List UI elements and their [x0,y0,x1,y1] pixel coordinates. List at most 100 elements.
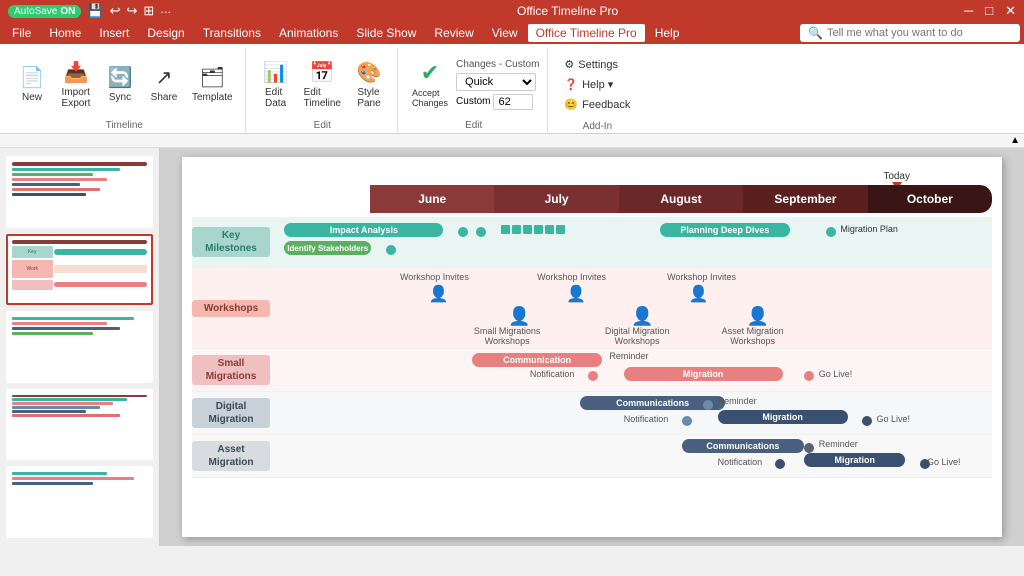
close-icon[interactable]: ✕ [1005,3,1016,19]
share-button[interactable]: ↗ Share [144,63,184,105]
ribbon-group-addin: ⚙ Settings ❓ Help ▾ 😊 Feedback Add-In [550,48,644,133]
small-migrations-content: Communication Reminder Notification Migr… [270,349,992,391]
row-asset-migration: AssetMigration Communications Reminder N… [192,435,992,478]
month-header-row: June July August September October [370,185,992,213]
collapse-icon[interactable]: ▲ [1010,135,1020,146]
menu-transitions[interactable]: Transitions [195,24,269,42]
ribbon-addin-buttons: ⚙ Settings ❓ Help ▾ 😊 Feedback [558,48,636,121]
migration-plan-dot [826,227,836,237]
golive-asset: Go Live! [927,457,961,467]
minimize-icon[interactable]: ─ [964,3,973,19]
feedback-label: Feedback [582,99,630,111]
autosave-toggle[interactable]: ON [60,6,75,17]
golive-dot-digital [862,416,872,426]
workshop-invites-2: Workshop Invites [537,272,606,282]
help-icon: ❓ [564,78,578,91]
communication-bar-small: Communication [472,353,602,367]
accept-changes-label: AcceptChanges [412,88,448,108]
milestone-squares [501,225,571,234]
planning-deep-dives-bar: Planning Deep Dives [660,223,790,237]
style-pane-button[interactable]: 🎨 StylePane [349,58,389,111]
present-icon[interactable]: ⊞ [143,3,154,19]
slide-thumb-2[interactable]: Key Work [6,234,153,306]
sync-button[interactable]: 🔄 Sync [100,63,140,105]
help-button[interactable]: ❓ Help ▾ [558,76,636,93]
undo-icon[interactable]: ↩ [110,3,121,19]
share-label: Share [151,92,178,103]
slide-canvas: Today June July August September October… [182,157,1002,537]
maximize-icon[interactable]: □ [985,3,993,19]
identify-dot [386,245,396,255]
position-value-row: Custom [456,94,539,110]
template-button[interactable]: 🗂 Template [188,63,237,105]
gantt-area: KeyMilestones Impact Analysis Identify S… [192,217,992,527]
slide-panel: Key Work [0,148,160,546]
menu-review[interactable]: Review [426,24,481,42]
menu-slideshow[interactable]: Slide Show [348,24,424,42]
ribbon-group-timeline: 📄 New 📥 ImportExport 🔄 Sync ↗ Share 🗂 Te… [4,48,246,133]
asset-migration-content: Communications Reminder Notification Mig… [270,435,992,477]
redo-icon[interactable]: ↪ [126,3,137,19]
notification-dot-small [588,371,598,381]
edit-timeline-button[interactable]: 📅 EditTimeline [300,58,345,111]
new-button[interactable]: 📄 New [12,63,52,105]
workshop-invites-1: Workshop Invites [400,272,469,282]
notification-digital: Notification [624,414,669,424]
menu-bar: File Home Insert Design Transitions Anim… [0,22,1024,44]
golive-small: Go Live! [819,369,853,379]
slide-thumb-5[interactable] [6,466,153,538]
accept-group-label: Edit [408,120,539,133]
import-label: ImportExport [62,87,91,109]
position-value-input[interactable] [493,94,533,110]
more-icon[interactable]: ∙∙∙ [160,4,171,19]
migration-bar-small: Migration [624,367,783,381]
save-icon[interactable]: 💾 [87,3,103,19]
settings-button[interactable]: ⚙ Settings [558,56,636,73]
ribbon: 📄 New 📥 ImportExport 🔄 Sync ↗ Share 🗂 Te… [0,44,1024,134]
collapse-bar: ▲ [0,134,1024,148]
menu-help[interactable]: Help [647,24,688,42]
menu-file[interactable]: File [4,24,39,42]
edit-data-button[interactable]: 📊 EditData [256,58,296,111]
sync-icon: 🔄 [108,65,133,90]
menu-design[interactable]: Design [139,24,192,42]
sync-label: Sync [109,92,131,103]
edit-data-label: EditData [265,87,286,109]
reminder-small: Reminder [609,351,648,361]
position-quick-select[interactable]: Quick Custom [456,73,536,91]
menu-home[interactable]: Home [41,24,89,42]
menu-animations[interactable]: Animations [271,24,346,42]
addin-section: ⚙ Settings ❓ Help ▾ 😊 Feedback [558,52,636,117]
person-icon-small1: 👤 [508,306,530,327]
window-controls: ─ □ ✕ [964,3,1016,19]
import-export-button[interactable]: 📥 ImportExport [56,58,96,111]
accept-changes-button[interactable]: ✔ AcceptChanges [408,58,452,110]
person-icon-3: 👤 [689,284,709,304]
slide-thumb-4[interactable] [6,389,153,461]
reminder-digital: Reminder [718,396,757,406]
menu-insert[interactable]: Insert [91,24,137,42]
slide-thumb-1[interactable] [6,156,153,228]
autosave-badge[interactable]: AutoSave ON [8,5,81,18]
digital-migration-label-row: Digital Migration [192,398,270,428]
feedback-button[interactable]: 😊 Feedback [558,96,636,113]
menu-officetimeline[interactable]: Office Timeline Pro [528,24,645,42]
search-input[interactable] [827,27,1012,39]
golive-dot-small [804,371,814,381]
search-icon: 🔍 [808,26,823,40]
ribbon-accept-buttons: ✔ AcceptChanges Changes - Custom Quick C… [408,48,539,120]
month-october: October [868,185,992,213]
menu-view[interactable]: View [484,24,526,42]
canvas-area[interactable]: Today June July August September October… [160,148,1024,546]
edit-group-label: Edit [256,120,389,133]
timeline-group-label: Timeline [12,120,237,133]
notification-dot-asset [775,459,785,469]
slide-thumb-3[interactable] [6,311,153,383]
ribbon-group-accept: ✔ AcceptChanges Changes - Custom Quick C… [400,48,548,133]
new-icon: 📄 [20,65,45,90]
communications-bar-asset: Communications [682,439,805,453]
title-bar-left: AutoSave ON 💾 ↩ ↪ ⊞ ∙∙∙ [8,3,171,19]
ribbon-edit-buttons: 📊 EditData 📅 EditTimeline 🎨 StylePane [256,48,389,120]
row-workshops: Workshops Workshop Invites 👤 Workshop In… [192,268,992,349]
milestone-dot-1 [458,227,468,237]
